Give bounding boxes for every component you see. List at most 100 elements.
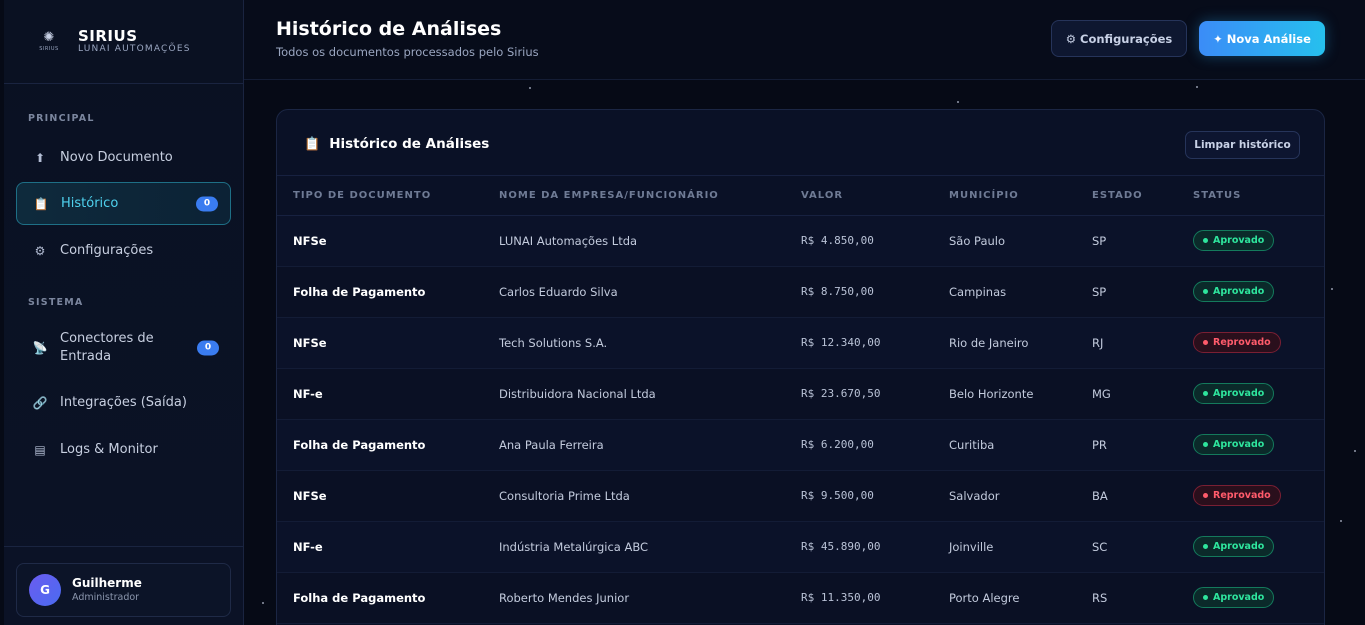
sidebar-item-integracoes[interactable]: 🔗 Integrações (Saída) [16, 381, 231, 424]
city-cell: Rio de Janeiro [933, 317, 1076, 369]
status-cell: Aprovado [1177, 521, 1324, 573]
table-row[interactable]: NFSe Tech Solutions S.A. R$ 12.340,00 Rio d… [277, 317, 1324, 369]
value-cell: R$ 12.340,00 [785, 317, 933, 369]
status-cell: Aprovado [1177, 368, 1324, 420]
status-badge: Aprovado [1193, 230, 1275, 251]
value-cell: R$ 11.350,00 [785, 572, 933, 624]
column-header-nome[interactable]: NOME DA EMPRESA/FUNCIONÁRIO [483, 176, 785, 216]
star [1340, 520, 1342, 522]
app-root: ✺ SIRIUS SIRIUS LUNAI AUTOMAÇÕES PRINCIP… [0, 0, 1365, 625]
state-cell: RJ [1076, 317, 1177, 369]
table-row[interactable]: Folha de Pagamento Roberto Mendes Junior R… [277, 572, 1324, 624]
settings-button[interactable]: ⚙ Configurações [1051, 20, 1187, 57]
table-row[interactable]: NFSe LUNAI Automações Ltda R$ 4.850,00 São … [277, 215, 1324, 267]
city-cell: Joinville [933, 521, 1076, 573]
status-badge: Aprovado [1193, 281, 1275, 302]
table-row[interactable]: NF-e Indústria Metalúrgica ABC R$ 45.890,0… [277, 521, 1324, 573]
document-type-cell: Folha de Pagamento [277, 572, 483, 624]
star [1196, 86, 1198, 88]
status-badge: Aprovado [1193, 587, 1275, 608]
column-header-municipio[interactable]: MUNICÍPIO [933, 176, 1076, 216]
star [957, 101, 959, 103]
count-badge: 0 [197, 340, 219, 356]
avatar: G [29, 574, 61, 606]
status-badge: Reprovado [1193, 485, 1281, 506]
table-row[interactable]: Folha de Pagamento Ana Paula Ferreira R$ 6… [277, 419, 1324, 471]
count-badge: 0 [196, 196, 218, 211]
document-type-cell: NFSe [277, 215, 483, 267]
history-card: 📋 Histórico de Análises Limpar histórico… [276, 109, 1325, 625]
company-name-cell: LUNAI Automações Ltda [483, 215, 785, 267]
star [262, 602, 264, 604]
clear-history-button[interactable]: Limpar histórico [1185, 131, 1300, 159]
status-dot-icon [1203, 340, 1208, 345]
table-header-row: TIPO DE DOCUMENTO NOME DA EMPRESA/FUNCIO… [277, 176, 1324, 216]
clipboard-icon: 📋 [304, 136, 321, 152]
status-cell: Reprovado [1177, 470, 1324, 522]
brand[interactable]: ✺ SIRIUS SIRIUS LUNAI AUTOMAÇÕES [4, 0, 243, 84]
sidebar-item-label: Configurações [60, 243, 154, 258]
sidebar-item-logs[interactable]: ▤ Logs & Monitor [16, 428, 231, 471]
sidebar-item-conectores[interactable]: 📡 Conectores de Entrada 0 [16, 324, 231, 372]
card-title: 📋 Histórico de Análises [304, 136, 490, 152]
status-dot-icon [1203, 238, 1208, 243]
sparkle-icon: ✦ [1213, 31, 1223, 46]
sidebar-item-label: Novo Documento [60, 150, 173, 165]
city-cell: Curitiba [933, 419, 1076, 471]
document-type-cell: NFSe [277, 470, 483, 522]
upload-arrow-icon: ⬆ [34, 150, 46, 165]
document-type-cell: NF-e [277, 368, 483, 420]
user-role: Administrador [72, 592, 140, 603]
city-cell: Campinas [933, 266, 1076, 318]
status-dot-icon [1203, 493, 1208, 498]
sidebar: ✺ SIRIUS SIRIUS LUNAI AUTOMAÇÕES PRINCIP… [4, 0, 244, 625]
sidebar-item-label: Logs & Monitor [60, 442, 158, 457]
divider [4, 546, 244, 547]
value-cell: R$ 6.200,00 [785, 419, 933, 471]
sidebar-item-label: Conectores de Entrada [60, 331, 154, 364]
table-row[interactable]: NF-e Distribuidora Nacional Ltda R$ 23.670… [277, 368, 1324, 420]
status-badge: Aprovado [1193, 383, 1275, 404]
clipboard-icon: 📋 [33, 196, 49, 211]
user-name: Guilherme [72, 576, 142, 590]
value-cell: R$ 45.890,00 [785, 521, 933, 573]
sidebar-item-configuracoes[interactable]: ⚙ Configurações [16, 229, 231, 272]
value-cell: R$ 8.750,00 [785, 266, 933, 318]
company-name-cell: Indústria Metalúrgica ABC [483, 521, 785, 573]
status-cell: Aprovado [1177, 419, 1324, 471]
column-header-valor[interactable]: VALOR [785, 176, 933, 216]
status-dot-icon [1203, 595, 1208, 600]
sidebar-item-label: Integrações (Saída) [60, 395, 187, 410]
status-cell: Aprovado [1177, 266, 1324, 318]
status-dot-icon [1203, 442, 1208, 447]
status-cell: Aprovado [1177, 572, 1324, 624]
state-cell: SP [1076, 266, 1177, 318]
new-analysis-button[interactable]: ✦ Nova Análise [1199, 21, 1325, 56]
star [1331, 288, 1333, 290]
sidebar-item-novo-documento[interactable]: ⬆ Novo Documento [16, 136, 231, 179]
column-header-status[interactable]: STATUS [1177, 176, 1324, 216]
document-type-cell: Folha de Pagamento [277, 419, 483, 471]
table-row[interactable]: NFSe Consultoria Prime Ltda R$ 9.500,00 Sal… [277, 470, 1324, 522]
table-row[interactable]: Folha de Pagamento Carlos Eduardo Silva R$… [277, 266, 1324, 318]
company-name-cell: Carlos Eduardo Silva [483, 266, 785, 318]
user-profile[interactable]: G Guilherme Administrador [16, 563, 231, 617]
state-cell: MG [1076, 368, 1177, 420]
sidebar-item-historico[interactable]: 📋 Histórico 0 [16, 182, 231, 225]
page-header: Histórico de Análises Todos os documento… [244, 0, 1365, 80]
company-name-cell: Consultoria Prime Ltda [483, 470, 785, 522]
company-name-cell: Tech Solutions S.A. [483, 317, 785, 369]
gear-icon: ⚙ [1065, 31, 1077, 46]
column-header-estado[interactable]: ESTADO [1076, 176, 1177, 216]
link-icon: 🔗 [32, 395, 48, 410]
sidebar-item-label: Histórico [61, 196, 119, 211]
status-cell: Aprovado [1177, 215, 1324, 267]
company-name-cell: Roberto Mendes Junior [483, 572, 785, 624]
status-cell: Reprovado [1177, 317, 1324, 369]
star [1354, 450, 1356, 452]
value-cell: R$ 4.850,00 [785, 215, 933, 267]
state-cell: PR [1076, 419, 1177, 471]
company-name-cell: Ana Paula Ferreira [483, 419, 785, 471]
brand-name: SIRIUS [78, 27, 138, 45]
column-header-tipo[interactable]: TIPO DE DOCUMENTO [277, 176, 483, 216]
